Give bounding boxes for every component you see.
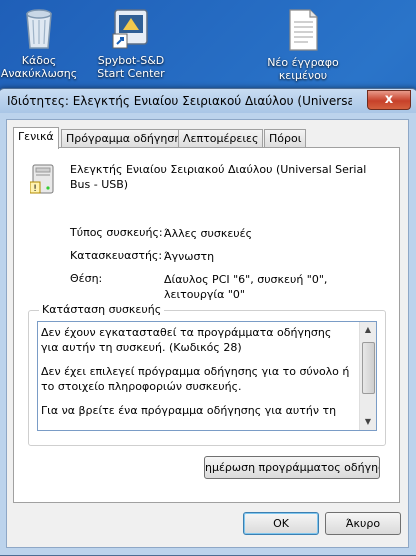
device-name: Ελεγκτής Ενιαίου Σειριακού Διαύλου (Univ… bbox=[70, 163, 367, 191]
status-paragraph: Δεν έχουν εγκατασταθεί τα προγράμματα οδ… bbox=[41, 326, 332, 354]
desktop-icon-label: Spybot-S&D bbox=[97, 54, 165, 67]
desktop-icon-label: Κάδος bbox=[21, 54, 57, 67]
device-status-text: Δεν έχουν εγκατασταθεί τα προγράμματα οδ… bbox=[41, 325, 351, 427]
properties-window: Ιδιότητες: Ελεγκτής Ενιαίου Σειριακού Δι… bbox=[0, 88, 416, 556]
tab-general[interactable]: Γενικά bbox=[13, 127, 59, 149]
scroll-up-arrow-icon[interactable]: ▲ bbox=[360, 322, 376, 338]
tab-resources[interactable]: Πόροι bbox=[264, 129, 307, 148]
desktop-icon-spybot[interactable]: Spybot-S&D Start Center bbox=[86, 6, 176, 80]
device-type-value: Άλλες συσκευές bbox=[164, 227, 253, 240]
title-bar[interactable]: Ιδιότητες: Ελεγκτής Ενιαίου Σειριακού Δι… bbox=[0, 89, 416, 113]
desktop-icon-label: Νέο έγγραφο bbox=[267, 56, 339, 69]
status-scrollbar[interactable]: ▲ ▼ bbox=[359, 322, 376, 430]
manufacturer-label: Κατασκευαστής: bbox=[70, 249, 163, 262]
close-button[interactable]: x bbox=[367, 90, 411, 110]
spybot-icon bbox=[112, 9, 148, 49]
desktop-icon-new-text-document[interactable]: Νέο έγγραφο κειμένου bbox=[258, 8, 348, 82]
manufacturer-value: Άγνωστη bbox=[164, 250, 215, 263]
status-paragraph: Για να βρείτε ένα πρόγραμμα οδήγησης για… bbox=[41, 404, 337, 417]
location-value: Δίαυλος PCI "6", συσκευή "0", λειτουργία… bbox=[164, 273, 328, 301]
scroll-down-arrow-icon[interactable]: ▼ bbox=[360, 414, 376, 430]
recycle-bin-icon bbox=[26, 9, 52, 49]
dialog-client-area: Γενικά Πρόγραμμα οδήγησης Λεπτομέρειες Π… bbox=[6, 119, 409, 548]
desktop-icon-recycle-bin[interactable]: Κάδος Ανακύκλωσης bbox=[0, 6, 84, 80]
desktop-icon-label: Ανακύκλωσης bbox=[0, 67, 78, 80]
tab-details[interactable]: Λεπτομέρειες bbox=[178, 129, 264, 148]
ok-button[interactable]: OK bbox=[243, 512, 319, 535]
usb-device-icon: ! bbox=[30, 164, 54, 194]
window-title: Ιδιότητες: Ελεγκτής Ενιαίου Σειριακού Δι… bbox=[7, 94, 352, 108]
document-icon bbox=[289, 9, 318, 51]
cancel-button[interactable]: Άκυρο bbox=[325, 512, 401, 535]
desktop-icon-label: κειμένου bbox=[278, 69, 328, 82]
device-status-textbox[interactable]: Δεν έχουν εγκατασταθεί τα προγράμματα οδ… bbox=[37, 321, 377, 431]
general-tab-panel: ! Ελεγκτής Ενιαίου Σειριακού Διαύλου (Un… bbox=[13, 147, 400, 503]
device-status-label: Κατάσταση συσκευής bbox=[39, 303, 165, 316]
tab-driver[interactable]: Πρόγραμμα οδήγησης bbox=[61, 129, 193, 148]
desktop-icon-label: Start Center bbox=[97, 67, 165, 80]
svg-text:!: ! bbox=[33, 184, 37, 194]
status-paragraph: Δεν έχει επιλεγεί πρόγραμμα οδήγησης για… bbox=[41, 365, 350, 393]
location-label: Θέση: bbox=[70, 272, 103, 285]
device-status-group: Κατάσταση συσκευής Δεν έχουν εγκατασταθε… bbox=[28, 303, 386, 446]
update-driver-button[interactable]: ημέρωση προγράμματος οδήγηση bbox=[204, 456, 380, 479]
scrollbar-thumb[interactable] bbox=[362, 342, 375, 394]
device-type-label: Τύπος συσκευής: bbox=[70, 226, 163, 239]
